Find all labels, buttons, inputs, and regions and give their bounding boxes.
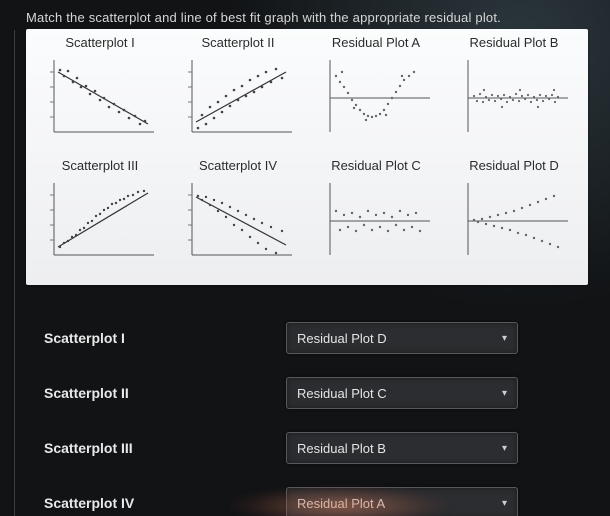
matching-area: Scatterplot I Residual Plot D ▾ Scatterp… bbox=[26, 315, 586, 516]
chart-residual-a bbox=[316, 52, 436, 144]
match-dropdown-4-value: Residual Plot A bbox=[297, 496, 385, 511]
chart-scatterplot-1 bbox=[40, 52, 160, 144]
title-scatterplot-2: Scatterplot II bbox=[202, 35, 275, 50]
match-label-3: Scatterplot III bbox=[26, 440, 286, 456]
title-residual-d: Residual Plot D bbox=[469, 158, 559, 173]
cell-residual-a: Residual Plot A bbox=[310, 35, 442, 152]
chevron-down-icon: ▾ bbox=[502, 498, 507, 509]
match-label-1: Scatterplot I bbox=[26, 330, 286, 346]
title-residual-b: Residual Plot B bbox=[470, 35, 559, 50]
cell-scatterplot-4: Scatterplot IV bbox=[172, 158, 304, 275]
title-residual-a: Residual Plot A bbox=[332, 35, 420, 50]
cell-scatterplot-2: Scatterplot II bbox=[172, 35, 304, 152]
match-dropdown-2-value: Residual Plot C bbox=[297, 386, 387, 401]
chevron-down-icon: ▾ bbox=[502, 443, 507, 454]
cell-scatterplot-1: Scatterplot I bbox=[34, 35, 166, 152]
match-dropdown-1-value: Residual Plot D bbox=[297, 331, 387, 346]
chart-residual-c bbox=[316, 175, 436, 267]
chevron-down-icon: ▾ bbox=[502, 388, 507, 399]
title-scatterplot-1: Scatterplot I bbox=[65, 35, 134, 50]
chart-residual-b bbox=[454, 52, 574, 144]
title-scatterplot-4: Scatterplot IV bbox=[199, 158, 277, 173]
match-dropdown-3[interactable]: Residual Plot B ▾ bbox=[286, 432, 518, 464]
chart-scatterplot-2 bbox=[178, 52, 298, 144]
cell-residual-d: Residual Plot D bbox=[448, 158, 580, 275]
match-label-2: Scatterplot II bbox=[26, 385, 286, 401]
match-dropdown-3-value: Residual Plot B bbox=[297, 441, 386, 456]
chart-residual-d bbox=[454, 175, 574, 267]
instruction-text: Match the scatterplot and line of best f… bbox=[26, 10, 598, 25]
match-dropdown-4[interactable]: Residual Plot A ▾ bbox=[286, 487, 518, 516]
cell-scatterplot-3: Scatterplot III bbox=[34, 158, 166, 275]
chevron-down-icon: ▾ bbox=[502, 333, 507, 344]
match-dropdown-1[interactable]: Residual Plot D ▾ bbox=[286, 322, 518, 354]
chart-scatterplot-4 bbox=[178, 175, 298, 267]
match-label-4: Scatterplot IV bbox=[26, 495, 286, 511]
cell-residual-b: Residual Plot B bbox=[448, 35, 580, 152]
title-residual-c: Residual Plot C bbox=[331, 158, 421, 173]
match-dropdown-2[interactable]: Residual Plot C ▾ bbox=[286, 377, 518, 409]
figure-grid: Scatterplot I Scatterplot II bbox=[26, 29, 588, 285]
title-scatterplot-3: Scatterplot III bbox=[62, 158, 139, 173]
cell-residual-c: Residual Plot C bbox=[310, 158, 442, 275]
chart-scatterplot-3 bbox=[40, 175, 160, 267]
